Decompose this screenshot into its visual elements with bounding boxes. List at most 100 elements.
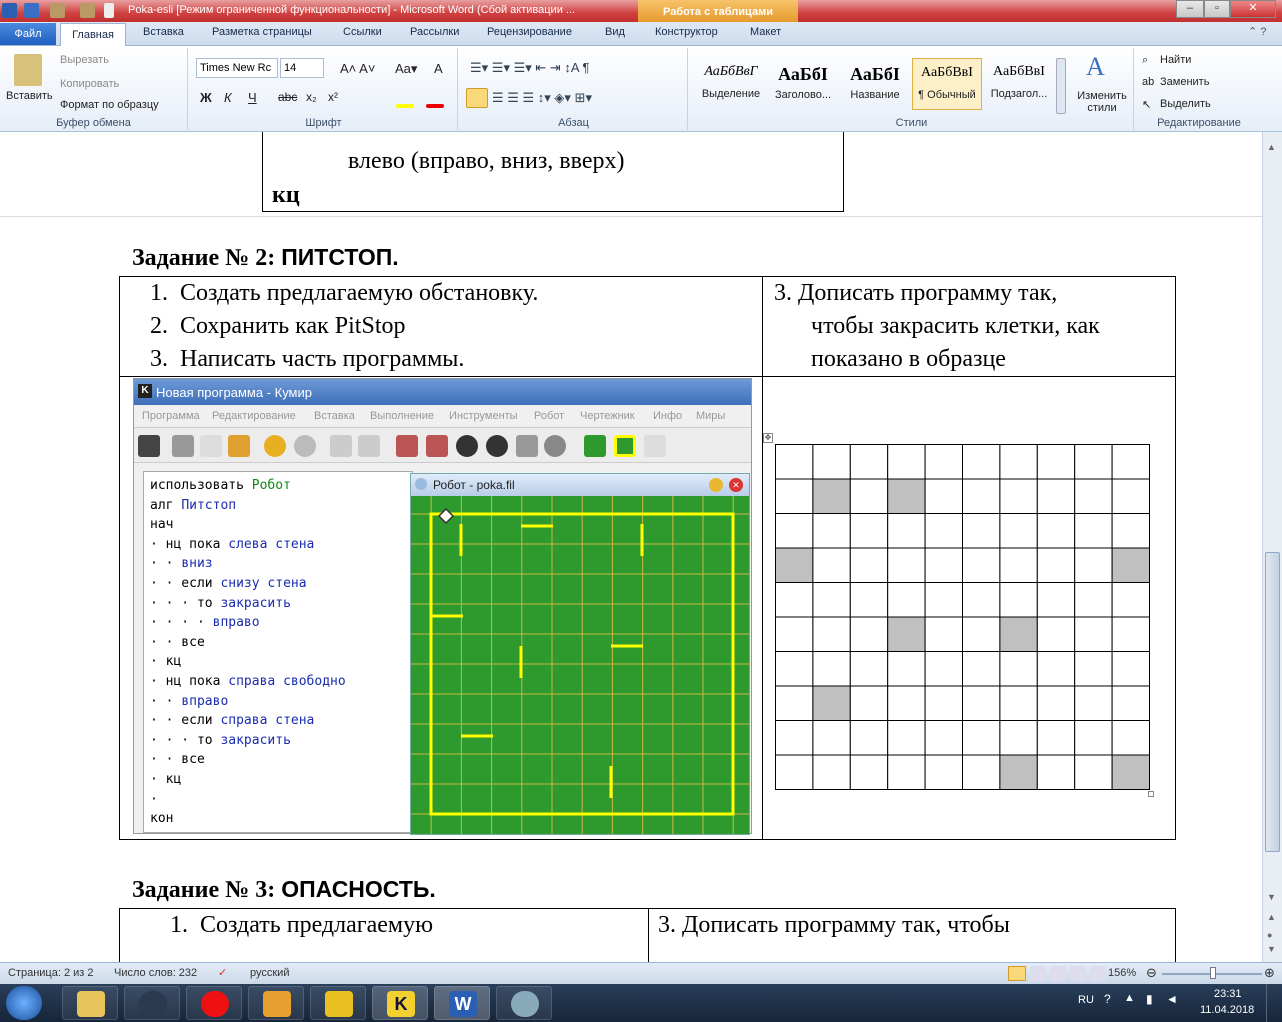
- replace-button[interactable]: Заменить: [1160, 76, 1209, 88]
- tab-page-layout[interactable]: Разметка страницы: [212, 26, 312, 38]
- word-count[interactable]: Число слов: 232: [114, 967, 197, 979]
- code-line[interactable]: использовать Робот: [150, 478, 291, 493]
- select-button[interactable]: Выделить: [1160, 98, 1211, 110]
- taskbar-steam[interactable]: [124, 986, 180, 1020]
- code-line[interactable]: · нц пока справа свободно: [150, 674, 346, 689]
- kumir-indent-icon[interactable]: [330, 435, 352, 457]
- paste-button[interactable]: Вставить: [6, 90, 53, 102]
- align-left-icon[interactable]: [466, 88, 488, 108]
- superscript-button[interactable]: x²: [328, 90, 338, 104]
- robot-field[interactable]: [411, 496, 749, 834]
- draft-icon[interactable]: [1090, 966, 1106, 981]
- kumir-outdent-icon[interactable]: [358, 435, 380, 457]
- underline-button[interactable]: Ч: [248, 90, 257, 105]
- paste-icon[interactable]: [14, 54, 42, 86]
- code-line[interactable]: · · все: [150, 635, 205, 650]
- code-line[interactable]: · · если справа стена: [150, 713, 314, 728]
- subscript-button[interactable]: x₂: [306, 90, 317, 104]
- kumir-menu-insert[interactable]: Вставка: [314, 410, 355, 422]
- fullscreen-icon[interactable]: [1030, 966, 1046, 981]
- taskbar-word[interactable]: W: [434, 986, 490, 1020]
- tab-insert[interactable]: Вставка: [143, 26, 184, 38]
- code-line[interactable]: нач: [150, 517, 173, 532]
- kumir-menu-tools[interactable]: Инструменты: [449, 410, 518, 422]
- code-line[interactable]: · · · то закрасить: [150, 596, 291, 611]
- kumir-pause-icon[interactable]: [516, 435, 538, 457]
- code-line[interactable]: · · если снизу стена: [150, 576, 307, 591]
- maximize-button[interactable]: ▫: [1204, 0, 1230, 18]
- network-icon[interactable]: ▮: [1146, 992, 1153, 1006]
- tray-arrow-icon[interactable]: ▲: [1124, 992, 1135, 1004]
- prev-page-icon[interactable]: ▲: [1267, 912, 1276, 922]
- style-emphasis[interactable]: АаБбВвГ Выделение: [696, 58, 766, 110]
- table-move-handle-icon[interactable]: ✥: [763, 433, 773, 443]
- kumir-code-editor[interactable]: использовать Робот алг Питстоп нач · нц пок…: [143, 471, 413, 833]
- kumir-menu-robot[interactable]: Робот: [534, 410, 564, 422]
- save-icon[interactable]: [24, 3, 39, 18]
- kumir-menu-run[interactable]: Выполнение: [370, 410, 434, 422]
- kumir-copy-icon[interactable]: [200, 435, 222, 457]
- kumir-paste-icon[interactable]: [228, 435, 250, 457]
- language[interactable]: русский: [250, 967, 289, 979]
- code-line[interactable]: алг Питстоп: [150, 498, 236, 513]
- code-line[interactable]: ·: [150, 792, 158, 807]
- font-color-icon[interactable]: [426, 104, 444, 108]
- kumir-menu-info[interactable]: Инфо: [653, 410, 682, 422]
- styles-scroll-icon[interactable]: [1056, 58, 1066, 114]
- font-name-select[interactable]: Times New Rc: [196, 58, 278, 78]
- code-line[interactable]: · кц: [150, 654, 181, 669]
- kumir-stop-icon[interactable]: [544, 435, 566, 457]
- code-line[interactable]: · · вправо: [150, 694, 228, 709]
- change-styles-icon[interactable]: A: [1086, 52, 1105, 82]
- grow-font-button[interactable]: A˄ A˅: [340, 61, 375, 76]
- help-tray-icon[interactable]: ?: [1104, 992, 1111, 1006]
- bold-button[interactable]: Ж: [200, 90, 212, 105]
- kumir-robot-field-icon[interactable]: [584, 435, 606, 457]
- robot-window-close-icon[interactable]: ✕: [729, 478, 743, 492]
- page-count[interactable]: Страница: 2 из 2: [8, 967, 94, 979]
- cut-button[interactable]: Вырезать: [60, 54, 109, 66]
- kumir-step-in-icon[interactable]: [456, 435, 478, 457]
- table-resize-handle[interactable]: [1148, 791, 1154, 797]
- scroll-thumb[interactable]: [1265, 552, 1280, 852]
- kumir-menu-edit[interactable]: Редактирование: [212, 410, 296, 422]
- kumir-drawer-icon[interactable]: [644, 435, 666, 457]
- code-line[interactable]: · · все: [150, 752, 205, 767]
- style-title[interactable]: АаБбI Название: [840, 58, 910, 110]
- copy-button[interactable]: Копировать: [60, 78, 119, 90]
- qat-dropdown-icon[interactable]: [104, 3, 114, 18]
- style-normal[interactable]: АаБбВвI ¶ Обычный: [912, 58, 982, 110]
- next-page-icon[interactable]: ▼: [1267, 944, 1276, 954]
- taskbar-app[interactable]: [310, 986, 366, 1020]
- kumir-robot-panel-icon[interactable]: [614, 435, 636, 457]
- font-size-select[interactable]: 14: [280, 58, 324, 78]
- kumir-step-icon[interactable]: [426, 435, 448, 457]
- align-icons[interactable]: ☰ ☰ ☰ ↕▾ ◈▾ ⊞▾: [492, 90, 592, 106]
- minimize-button[interactable]: –: [1176, 0, 1204, 18]
- tab-design[interactable]: Конструктор: [655, 26, 718, 38]
- kumir-run-icon[interactable]: [396, 435, 418, 457]
- code-line[interactable]: · · · то закрасить: [150, 733, 291, 748]
- tab-review[interactable]: Рецензирование: [487, 26, 572, 38]
- undo-icon[interactable]: [50, 3, 65, 18]
- start-button[interactable]: [6, 986, 42, 1020]
- taskbar-explorer[interactable]: [62, 986, 118, 1020]
- highlight-icon[interactable]: [396, 104, 414, 108]
- clock-date[interactable]: 11.04.2018: [1200, 1004, 1254, 1016]
- zoom-level[interactable]: 156%: [1108, 967, 1136, 979]
- input-language[interactable]: RU: [1078, 994, 1094, 1006]
- clear-format-icon[interactable]: A: [434, 61, 443, 76]
- zoom-slider-thumb[interactable]: [1210, 967, 1216, 979]
- taskbar-opera[interactable]: [186, 986, 242, 1020]
- zoom-in-icon[interactable]: ⊕: [1264, 965, 1275, 981]
- kumir-menu-worlds[interactable]: Миры: [696, 410, 725, 422]
- zoom-out-icon[interactable]: ⊖: [1146, 965, 1157, 981]
- kumir-menu-drawer[interactable]: Чертежник: [580, 410, 635, 422]
- code-line[interactable]: · кц: [150, 772, 181, 787]
- italic-button[interactable]: К: [224, 90, 232, 105]
- kumir-step-out-icon[interactable]: [486, 435, 508, 457]
- robot-window-menu-icon[interactable]: [415, 478, 427, 490]
- code-line[interactable]: · · вниз: [150, 556, 213, 571]
- spellcheck-icon[interactable]: ✓: [218, 966, 227, 979]
- taskbar-kumir[interactable]: K: [372, 986, 428, 1020]
